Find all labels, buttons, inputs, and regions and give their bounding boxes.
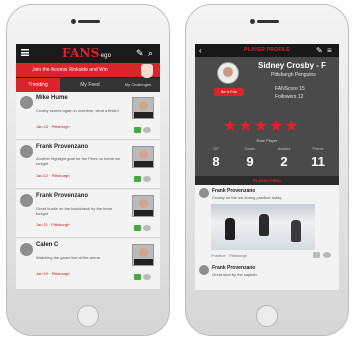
post-time: Jan 12 · Pittsburgh <box>36 173 70 178</box>
skater-figure <box>259 214 269 236</box>
post-text: Great shot by the captain <box>212 272 257 277</box>
post-photo[interactable] <box>211 204 315 250</box>
avatar[interactable] <box>20 243 33 256</box>
compose-icon[interactable]: ✎ <box>316 46 323 55</box>
post-time: Jan 10 · Pittsburgh <box>36 271 70 276</box>
comment-icon[interactable] <box>143 127 151 133</box>
like-icon[interactable] <box>134 127 141 133</box>
tab-trending[interactable]: Trending <box>16 78 60 92</box>
rating-stars[interactable]: ★★★★★ <box>223 116 300 136</box>
fanscore: FANScore 15 <box>275 86 305 92</box>
tab-my-feed[interactable]: My Feed <box>68 78 112 92</box>
camera-dot <box>71 19 76 24</box>
post-text: Watching the game live at the arena <box>36 255 100 260</box>
like-icon[interactable] <box>134 274 141 280</box>
stat-value-goals: 9 <box>246 154 254 169</box>
home-button[interactable] <box>256 305 278 327</box>
compose-icon[interactable]: ✎ <box>136 49 144 58</box>
post-author[interactable]: Calen C <box>36 242 58 248</box>
right-screen: ‹ PLAYER PROFILE ✎ ≡ Be a Fan Sidney Cro… <box>195 44 339 290</box>
foam-finger-icon <box>141 64 153 78</box>
post-author[interactable]: Mike Hume <box>36 95 68 101</box>
followers: Followers 12 <box>275 94 304 100</box>
player-thumbnail[interactable] <box>132 195 154 217</box>
home-button[interactable] <box>77 305 99 327</box>
like-icon[interactable] <box>134 225 141 231</box>
post-text: Crosby scores again in overtime, what a … <box>36 108 119 113</box>
like-icon[interactable] <box>134 176 141 182</box>
skater-figure <box>225 218 235 240</box>
post-text: Another highlight goal for the Pens on h… <box>36 156 121 166</box>
stat-label-goals: Goals <box>244 146 256 151</box>
promo-banner[interactable]: Join the Acronis Rinkside and Win <box>16 63 160 77</box>
list-item[interactable]: Mike Hume Crosby scores again in overtim… <box>16 92 160 140</box>
speaker-grille <box>257 20 279 23</box>
tab-my-challenges[interactable]: My Challenges <box>116 78 160 92</box>
like-icon[interactable] <box>313 252 320 258</box>
menu-icon[interactable]: ≡ <box>327 46 332 55</box>
be-a-fan-button[interactable]: Be a Fan <box>214 88 244 96</box>
fansego-logo: FANSego <box>62 46 112 60</box>
post-author[interactable]: Frank Provenzano <box>212 188 255 194</box>
post-time: Jan 11 · Pittsburgh <box>36 222 70 227</box>
avatar[interactable] <box>20 194 33 207</box>
post-author[interactable]: Frank Provenzano <box>36 144 88 150</box>
menu-icon[interactable] <box>21 49 29 56</box>
post-text: Great hustle on the backcheck by the tea… <box>36 206 113 216</box>
comment-icon[interactable] <box>143 274 151 280</box>
comment-icon[interactable] <box>323 252 331 258</box>
post-author[interactable]: Frank Provenzano <box>36 193 88 199</box>
stat-label-points: Points <box>312 146 324 151</box>
post-feed: Mike Hume Crosby scores again in overtim… <box>16 92 160 290</box>
player-thumbnail[interactable] <box>132 146 154 168</box>
comment-icon[interactable] <box>143 225 151 231</box>
profile-topbar: ‹ PLAYER PROFILE ✎ ≡ <box>195 44 339 57</box>
comment-icon[interactable] <box>143 176 151 182</box>
player-feed: Frank Provenzano Crosby on the ice durin… <box>195 185 339 290</box>
left-screen: FANSego ✎ ⌕ Join the Acronis Rinkside an… <box>16 44 160 290</box>
avatar[interactable] <box>199 265 209 275</box>
list-item[interactable]: Frank Provenzano Great hustle on the bac… <box>16 190 160 238</box>
post-text: Crosby on the ice during practice today <box>212 195 282 200</box>
stat-value-gp: 8 <box>212 154 220 169</box>
player-thumbnail[interactable] <box>132 244 154 266</box>
post-time: Jan 13 · Pittsburgh <box>36 124 70 129</box>
rate-label: Rate Player <box>256 138 278 143</box>
speaker-grille <box>78 20 100 23</box>
stat-value-assists: 2 <box>280 154 288 169</box>
player-name: Sidney Crosby - F <box>258 61 327 70</box>
post-author[interactable]: Frank Provenzano <box>212 265 255 271</box>
stat-value-points: 11 <box>311 154 325 169</box>
camera-dot <box>250 19 255 24</box>
player-avatar <box>217 62 239 84</box>
search-icon[interactable]: ⌕ <box>148 49 153 58</box>
avatar[interactable] <box>199 188 209 198</box>
feed-tabs: Trending My Feed My Challenges <box>16 78 160 92</box>
avatar[interactable] <box>20 145 33 158</box>
post-footer: Practice · Pittsburgh <box>211 253 248 258</box>
list-item[interactable]: Calen C Watching the game live at the ar… <box>16 239 160 290</box>
top-bar: FANSego ✎ ⌕ <box>16 44 160 62</box>
stat-label-gp: GP <box>213 146 219 151</box>
player-thumbnail[interactable] <box>132 97 154 119</box>
player-feed-title: PLAYER FEED <box>195 176 339 185</box>
avatar[interactable] <box>20 96 33 109</box>
list-item[interactable]: Frank Provenzano Another highlight goal … <box>16 141 160 189</box>
stat-label-assists: Assists <box>277 146 291 151</box>
skater-figure <box>291 220 301 242</box>
player-team: Pittsburgh Penguins <box>271 72 316 78</box>
